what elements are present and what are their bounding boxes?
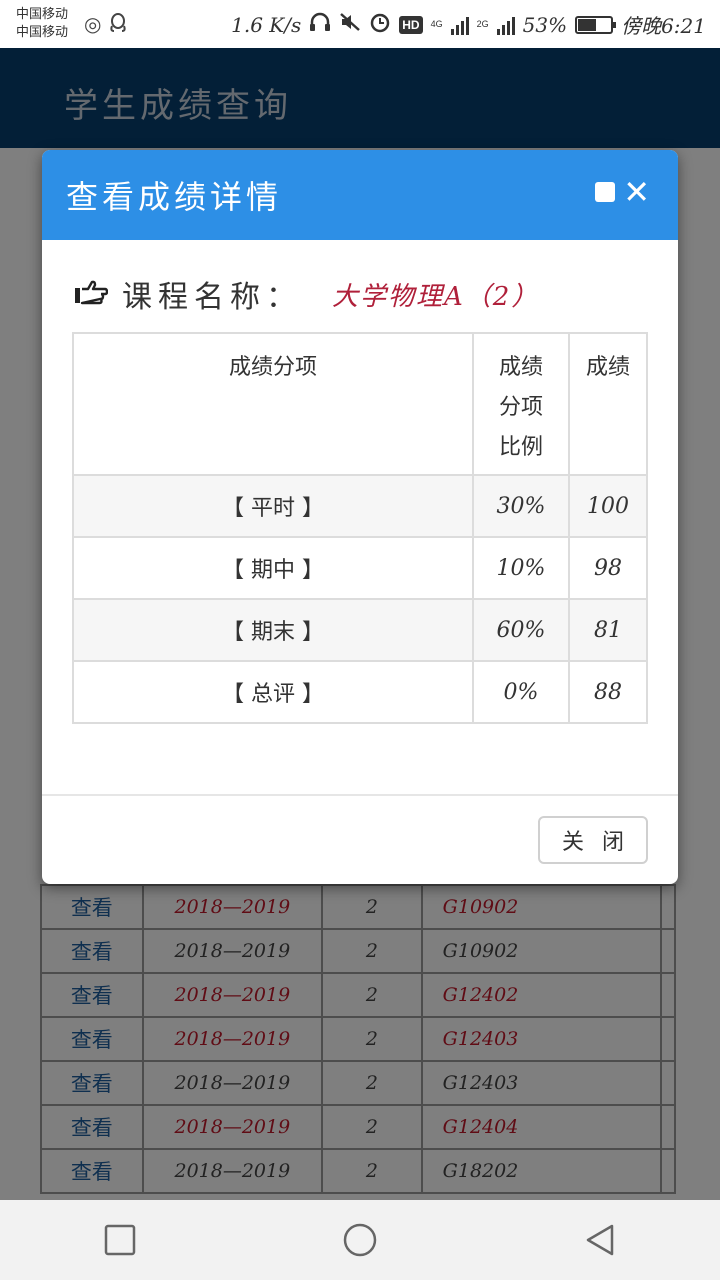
row-score: 81 <box>568 598 648 662</box>
battery-icon <box>575 15 617 34</box>
pointing-hand-icon <box>75 280 108 305</box>
row-ratio: 60% <box>472 598 570 662</box>
notification-icons: ◎ <box>84 12 127 39</box>
recent-apps-button[interactable] <box>40 1200 200 1280</box>
row-score: 100 <box>568 474 648 538</box>
course-label: 课程名称： <box>122 280 302 315</box>
status-right: 1.6 K/s HD 4G 2G 53% 傍晚6:21 <box>231 10 706 39</box>
circle-icon <box>343 1223 377 1257</box>
battery-percent: 53% <box>522 12 568 37</box>
table-row: 【 平时 】 30% 100 <box>72 474 648 538</box>
dialog-header-buttons: ✕ <box>595 176 650 208</box>
mute-icon <box>339 12 361 37</box>
signal-icon <box>450 15 469 35</box>
course-name: 大学物理A（2） <box>332 281 540 312</box>
close-button[interactable]: 关闭 <box>538 816 648 864</box>
triangle-back-icon <box>586 1224 614 1256</box>
score-breakdown-table: 成绩分项 成绩分项比例 成绩 【 平时 】 30% 100 【 期中 】 10%… <box>72 332 648 724</box>
table-row: 【 总评 】 0% 88 <box>72 660 648 724</box>
square-icon <box>104 1224 136 1256</box>
signal-icon-2 <box>496 15 515 35</box>
table-header-row: 成绩分项 成绩分项比例 成绩 <box>72 332 648 476</box>
row-score: 88 <box>568 660 648 724</box>
row-item: 【 平时 】 <box>72 474 474 538</box>
hd-badge: HD <box>399 15 423 34</box>
row-item: 【 总评 】 <box>72 660 474 724</box>
carrier-1: 中国移动 <box>16 7 69 22</box>
headphone-icon <box>309 12 331 37</box>
dialog-header: 查看成绩详情 ✕ <box>42 150 678 240</box>
row-item: 【 期中 】 <box>72 536 474 600</box>
header-score: 成绩 <box>568 332 648 476</box>
qq-icon <box>109 12 127 39</box>
close-icon[interactable]: ✕ <box>623 176 650 208</box>
table-row: 【 期中 】 10% 98 <box>72 536 648 600</box>
status-bar: 中国移动 中国移动 ◎ 1.6 K/s HD 4G 2G 53% 傍晚6:21 <box>0 0 720 48</box>
maximize-icon[interactable] <box>595 182 616 202</box>
table-row: 【 期末 】 60% 81 <box>72 598 648 662</box>
clock: 傍晚6:21 <box>621 14 706 38</box>
grade-detail-dialog: 查看成绩详情 ✕ 课程名称： 大学物理A（2） 成绩分项 成绩分项比例 成绩 【… <box>42 150 678 884</box>
row-score: 98 <box>568 536 648 600</box>
alarm-icon <box>369 11 391 38</box>
row-ratio: 10% <box>472 536 570 600</box>
header-ratio: 成绩分项比例 <box>472 332 570 476</box>
network-speed: 1.6 K/s <box>231 12 302 37</box>
network-type-a: 4G <box>430 19 443 29</box>
header-item: 成绩分项 <box>72 332 474 476</box>
row-ratio: 0% <box>472 660 570 724</box>
carrier-2: 中国移动 <box>16 25 69 40</box>
row-ratio: 30% <box>472 474 570 538</box>
dialog-title: 查看成绩详情 <box>66 178 283 216</box>
row-item: 【 期末 】 <box>72 598 474 662</box>
sync-icon: ◎ <box>84 12 102 36</box>
dialog-footer-divider <box>42 794 678 796</box>
carrier-labels: 中国移动 中国移动 <box>16 6 68 42</box>
back-button[interactable] <box>520 1200 680 1280</box>
home-button[interactable] <box>280 1200 440 1280</box>
network-type-b: 2G <box>476 19 489 29</box>
system-nav-bar <box>0 1200 720 1280</box>
course-row: 课程名称： 大学物理A（2） <box>74 272 539 316</box>
